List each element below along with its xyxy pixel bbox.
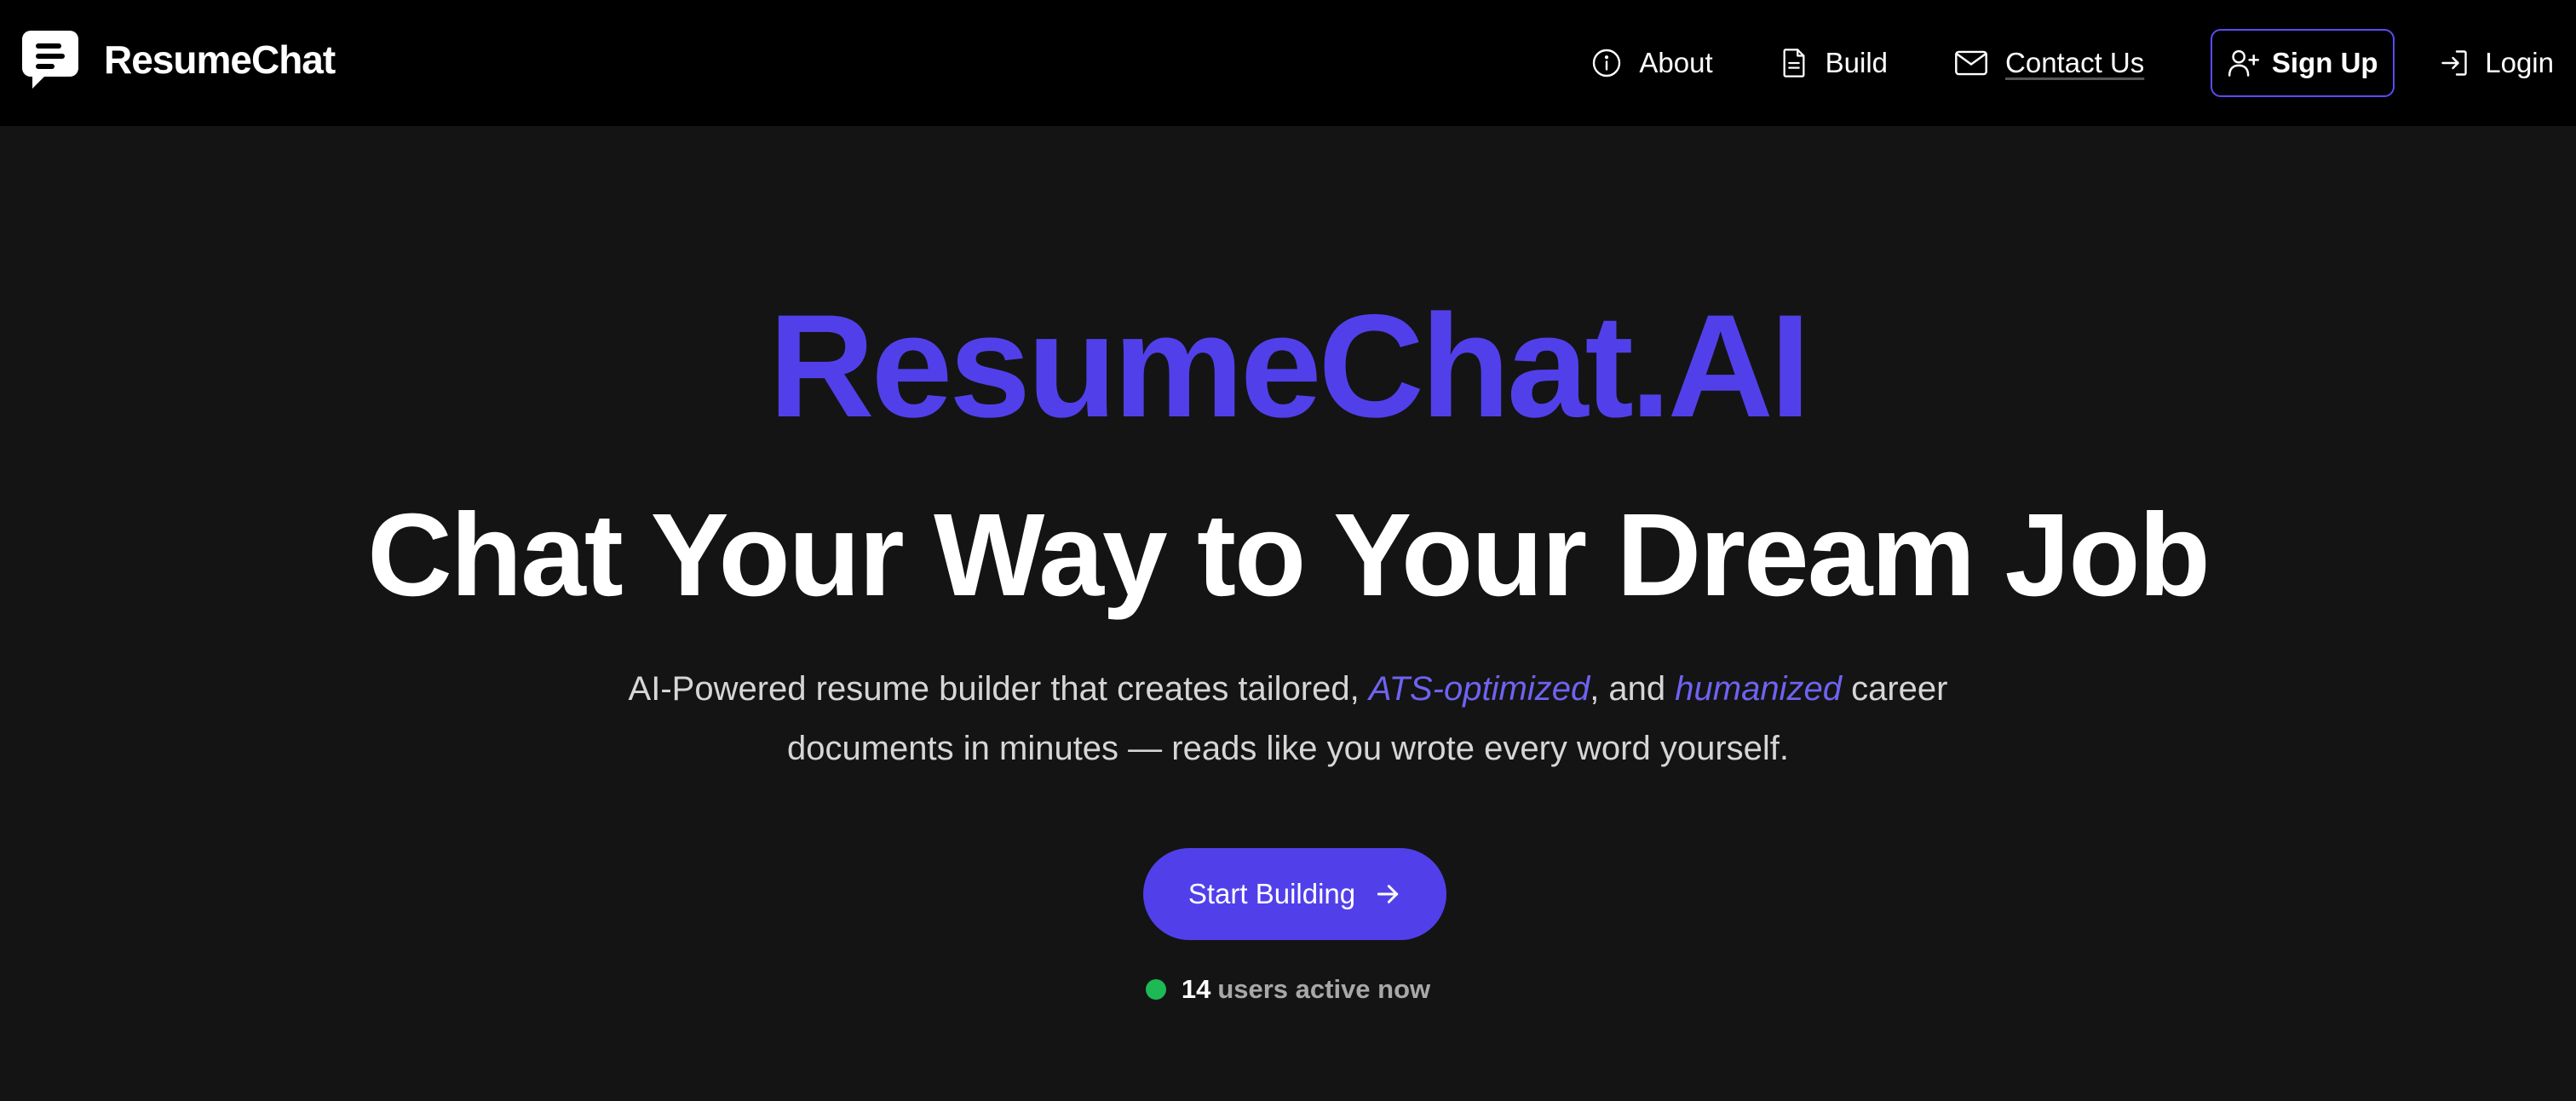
signup-button[interactable]: Sign Up xyxy=(2211,29,2395,97)
nav-about[interactable]: About xyxy=(1591,47,1713,79)
start-building-label: Start Building xyxy=(1187,878,1356,909)
login-link[interactable]: Login xyxy=(2439,47,2554,79)
online-status-dot xyxy=(1145,979,1166,1000)
document-icon xyxy=(1783,49,1805,77)
ats-optimized-highlight: ATS-optimized xyxy=(1368,670,1590,708)
hero-headline: Chat Your Way to Your Dream Job xyxy=(367,490,2211,621)
humanized-highlight: humanized xyxy=(1675,670,1842,708)
login-arrow-icon xyxy=(2441,50,2467,76)
nav-contact[interactable]: Contact Us xyxy=(1954,47,2144,79)
active-users-text: users active now xyxy=(1217,974,1431,1004)
nav-build-label: Build xyxy=(1825,47,1889,78)
nav-build[interactable]: Build xyxy=(1780,47,1888,79)
login-label: Login xyxy=(2485,47,2554,78)
nav-contact-label: Contact Us xyxy=(2005,47,2145,78)
hero-subtitle: AI-Powered resume builder that creates t… xyxy=(596,659,1980,778)
subtitle-text-2: , and xyxy=(1590,670,1676,708)
signup-label: Sign Up xyxy=(2271,47,2378,78)
arrow-right-icon xyxy=(1377,885,1399,903)
chat-bubble-document-icon xyxy=(22,31,78,89)
mail-icon xyxy=(1955,50,1987,76)
top-navbar: ResumeChat About Build Contact Us Sign U… xyxy=(0,0,2576,126)
hero-brand-title: ResumeChat.AI xyxy=(768,284,1810,448)
start-building-button[interactable]: Start Building xyxy=(1143,848,1446,940)
active-users-count: 14 xyxy=(1181,974,1211,1004)
nav-about-label: About xyxy=(1639,47,1713,78)
user-plus-icon xyxy=(2228,49,2259,77)
subtitle-text-1: AI-Powered resume builder that creates t… xyxy=(628,670,1369,708)
brand-link[interactable]: ResumeChat xyxy=(20,29,336,90)
brand-name: ResumeChat xyxy=(104,37,336,82)
nav-links: About Build Contact Us Sign Up Login xyxy=(1591,0,2554,126)
active-users-status: 14 users active now xyxy=(0,974,2576,1005)
hero-section: ResumeChat.AI Chat Your Way to Your Drea… xyxy=(0,126,2576,1101)
info-circle-icon xyxy=(1593,49,1621,77)
